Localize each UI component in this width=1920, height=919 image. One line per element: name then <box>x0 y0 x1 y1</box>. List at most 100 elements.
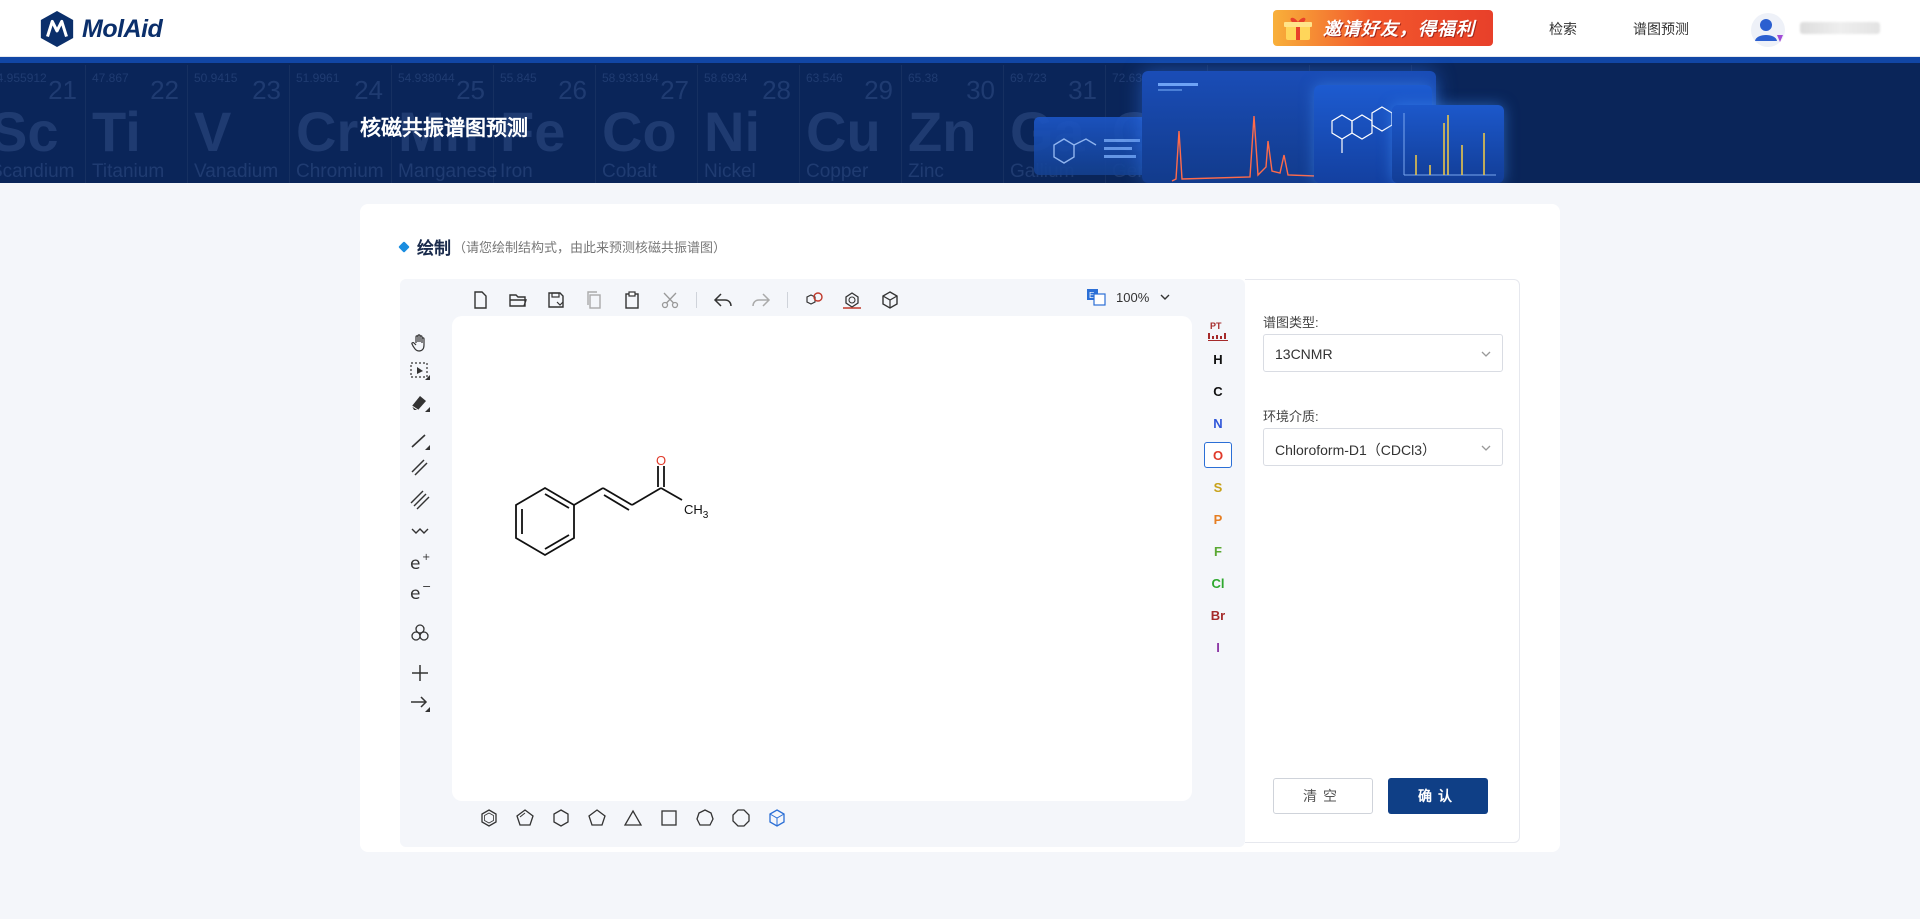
cyclohexane-icon[interactable] <box>550 807 572 829</box>
spectrum-type-select[interactable]: 13CNMR <box>1263 334 1503 372</box>
element-button-c[interactable]: C <box>1204 378 1232 404</box>
spectrum-type-label: 谱图类型: <box>1263 315 1319 330</box>
logo[interactable]: MolAid <box>38 9 163 49</box>
element-button-cl[interactable]: Cl <box>1204 570 1232 596</box>
wavy-bond-icon[interactable] <box>408 519 432 543</box>
oxygen-atom-label[interactable]: O <box>656 453 666 468</box>
element-symbol: Cr <box>296 100 359 163</box>
undo-icon[interactable] <box>711 288 735 312</box>
double-bond-icon[interactable] <box>408 455 432 479</box>
element-mass: 50.9415 <box>194 71 238 85</box>
promo-text: 邀请好友，得福利 <box>1323 19 1475 39</box>
element-button-i[interactable]: I <box>1204 634 1232 660</box>
positive-charge-icon[interactable]: e + <box>408 549 432 573</box>
element-mass: 51.9961 <box>296 71 340 85</box>
section-hint: （请您绘制结构式，由此来预测核磁共振谱图） <box>453 240 727 255</box>
element-button-s[interactable]: S <box>1204 474 1232 500</box>
element-button-h[interactable]: H <box>1204 346 1232 372</box>
cyclopropane-icon[interactable] <box>622 807 644 829</box>
element-button-f[interactable]: F <box>1204 538 1232 564</box>
element-name: Manganese <box>398 161 498 182</box>
username[interactable] <box>1800 22 1880 34</box>
open-folder-icon[interactable] <box>506 288 530 312</box>
cyclooctane-icon[interactable] <box>730 807 752 829</box>
chevron-down-icon[interactable] <box>1159 291 1171 303</box>
element-button-p[interactable]: P <box>1204 506 1232 532</box>
template-3d-icon[interactable] <box>766 807 788 829</box>
molecule-structure[interactable]: O CH3 <box>452 316 1192 801</box>
plus-icon[interactable] <box>408 661 432 685</box>
redo-icon[interactable] <box>749 288 773 312</box>
new-file-icon[interactable] <box>468 288 492 312</box>
element-button-o[interactable]: O <box>1204 442 1232 468</box>
cycloheptane-icon[interactable] <box>694 807 716 829</box>
reaction-arrow-icon[interactable] <box>408 691 432 715</box>
clear-button[interactable]: 清空 <box>1273 778 1373 814</box>
element-mass: 65.38 <box>908 71 939 85</box>
element-button-br[interactable]: Br <box>1204 602 1232 628</box>
copy-icon[interactable] <box>582 288 606 312</box>
structure-editor: E 100% e + e − O CH3 PT H C N O S P F Cl… <box>400 279 1245 847</box>
confirm-button[interactable]: 确认 <box>1388 778 1488 814</box>
3d-view-icon[interactable] <box>878 288 902 312</box>
periodic-element-sc: 44.95591221ScScandium <box>0 65 86 183</box>
periodic-element-co: 58.933194 27 Co Cobalt <box>596 65 698 183</box>
benzene-icon[interactable] <box>478 807 500 829</box>
element-mass: 44.955912 <box>0 71 47 85</box>
editor-top-toolbar <box>468 287 916 313</box>
cut-icon[interactable] <box>658 288 682 312</box>
user-avatar-icon[interactable] <box>1750 12 1786 48</box>
element-button-n[interactable]: N <box>1204 410 1232 436</box>
draw-card: 绘制 （请您绘制结构式，由此来预测核磁共振谱图） E 100% e + e − … <box>360 204 1560 852</box>
solvent-value: Chloroform-D1（CDCl3） <box>1275 442 1437 458</box>
save-icon[interactable] <box>544 288 568 312</box>
periodic-element-v: 50.9415 23 V Vanadium <box>188 65 290 183</box>
promo-banner[interactable]: 邀请好友，得福利 <box>1273 10 1493 46</box>
element-number: 22 <box>150 75 179 105</box>
nav-search[interactable]: 检索 <box>1549 19 1577 39</box>
periodic-table-icon[interactable]: PT <box>1204 318 1232 344</box>
element-symbol: V <box>194 100 232 163</box>
drawing-canvas[interactable]: O CH3 <box>452 316 1192 801</box>
language-switch-icon[interactable]: E <box>1086 287 1106 307</box>
eraser-icon[interactable] <box>408 391 432 415</box>
nav-spectrum-prediction[interactable]: 谱图预测 <box>1633 19 1689 39</box>
periodic-element-cu: 63.546 29 Cu Copper <box>800 65 902 183</box>
element-symbol: Ti <box>92 100 141 163</box>
single-bond-icon[interactable] <box>408 429 432 453</box>
hand-icon[interactable] <box>408 331 432 355</box>
clean-structure-icon[interactable] <box>802 288 826 312</box>
section-marker-icon <box>398 240 410 253</box>
element-number: 24 <box>354 75 383 105</box>
element-mass: 54.938044 <box>398 71 455 85</box>
aromatize-icon[interactable] <box>840 288 864 312</box>
element-number: 28 <box>762 75 791 105</box>
section-header: 绘制 （请您绘制结构式，由此来预测核磁共振谱图） <box>398 234 727 259</box>
triple-bond-icon[interactable] <box>408 487 432 511</box>
cyclobutane-icon[interactable] <box>658 807 680 829</box>
brand-name: MolAid <box>82 14 163 43</box>
banner-peaks-card <box>1392 105 1504 183</box>
banner-structure-card <box>1034 117 1152 175</box>
element-mass: 69.723 <box>1010 71 1047 85</box>
paste-icon[interactable] <box>620 288 644 312</box>
periodic-element-zn: 65.38 30 Zn Zinc <box>902 65 1004 183</box>
svg-text:e: e <box>410 584 420 602</box>
cyclopentadiene-icon[interactable] <box>514 807 536 829</box>
element-symbol: Co <box>602 100 677 163</box>
rgroup-icon[interactable] <box>408 621 432 645</box>
negative-charge-icon[interactable]: e − <box>408 579 432 603</box>
element-mass: 47.867 <box>92 71 129 85</box>
element-name: Zinc <box>908 161 944 182</box>
select-icon[interactable] <box>408 359 432 383</box>
methyl-atom-label[interactable]: CH3 <box>684 502 709 521</box>
element-name: Nickel <box>704 161 756 182</box>
element-symbol: Sc <box>0 100 59 163</box>
element-symbol: Ni <box>704 100 760 163</box>
section-title: 绘制 <box>417 239 451 258</box>
element-mass: 58.933194 <box>602 71 659 85</box>
solvent-select[interactable]: Chloroform-D1（CDCl3） <box>1263 428 1503 466</box>
cyclopentane-icon[interactable] <box>586 807 608 829</box>
zoom-value[interactable]: 100% <box>1116 290 1149 305</box>
element-name: Copper <box>806 161 869 182</box>
